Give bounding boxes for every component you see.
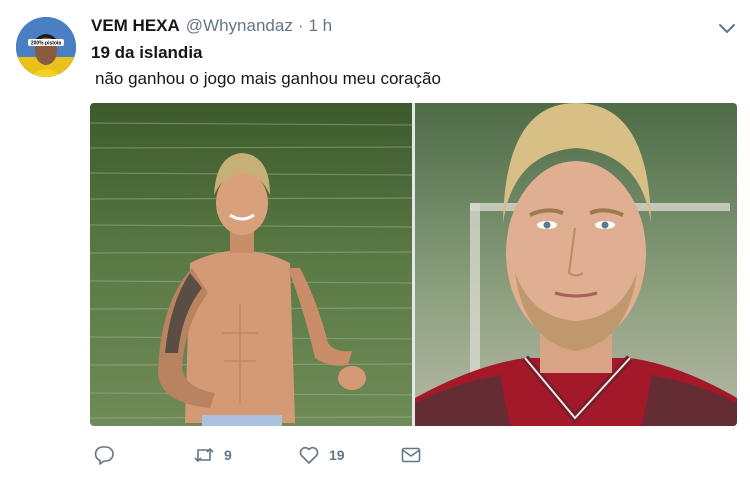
tweet-text-line-2: não ganhou o jogo mais ganhou meu coraçã… — [95, 69, 441, 88]
photo-water-man — [90, 103, 412, 426]
direct-message-button[interactable] — [400, 441, 422, 469]
tweet-media — [90, 103, 737, 426]
retweet-icon — [194, 448, 214, 462]
reply-icon — [94, 446, 114, 465]
avatar-badge-text: 200% pistola — [31, 41, 62, 47]
tweet-card: 200% pistola VEM HEXA @Whynandaz · 1 h 1… — [0, 0, 750, 478]
avatar[interactable]: 200% pistola — [16, 17, 76, 77]
display-name[interactable]: VEM HEXA — [91, 16, 180, 36]
retweet-count: 9 — [224, 447, 232, 463]
like-button[interactable]: 19 — [298, 441, 345, 469]
more-options-button[interactable] — [716, 17, 738, 39]
separator-dot: · — [297, 16, 304, 35]
tweet-header: VEM HEXA @Whynandaz · 1 h — [91, 16, 332, 40]
photo-left[interactable] — [90, 103, 412, 426]
user-handle[interactable]: @Whynandaz — [186, 16, 293, 36]
timestamp[interactable]: 1 h — [309, 16, 333, 36]
photo-right[interactable] — [415, 103, 737, 426]
envelope-icon — [401, 447, 421, 463]
like-count: 19 — [329, 447, 345, 463]
heart-icon — [299, 446, 319, 464]
tweet-text-line-1: 19 da islandia — [91, 43, 203, 62]
retweet-button[interactable]: 9 — [193, 441, 232, 469]
reply-button[interactable] — [93, 441, 115, 469]
photo-portrait-man — [415, 103, 737, 426]
chevron-down-icon — [719, 24, 735, 33]
avatar-image: 200% pistola — [16, 17, 76, 77]
